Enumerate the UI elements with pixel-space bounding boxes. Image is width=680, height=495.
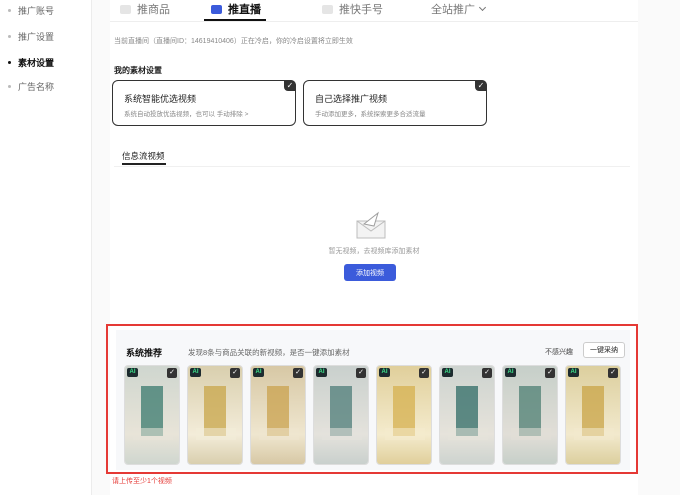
option-desc: 系统自动投放优选视频，也可以 手动排除 > <box>124 111 249 118</box>
sidebar-item-material[interactable]: 素材设置 <box>8 56 54 69</box>
check-icon: ✓ <box>284 80 296 91</box>
active-tab-indicator <box>204 19 266 21</box>
video-thumbnail[interactable]: AI ✓ <box>313 365 369 465</box>
check-icon[interactable]: ✓ <box>293 368 303 378</box>
check-icon[interactable]: ✓ <box>419 368 429 378</box>
chevron-down-icon <box>478 3 487 12</box>
feed-tab-indicator <box>122 163 166 165</box>
ai-badge-icon: AI <box>505 368 516 377</box>
sidebar-item-account[interactable]: 推广账号 <box>8 4 54 17</box>
sidebar-item-ad-name[interactable]: 广告名称 <box>8 80 54 93</box>
tab-products[interactable]: 推商品 <box>120 1 170 17</box>
divider <box>114 166 630 167</box>
tab-live[interactable]: 推直播 <box>211 1 261 17</box>
tab-bar: 推商品 推直播 推快手号 全站推广 <box>110 0 638 22</box>
ai-badge-icon: AI <box>316 368 327 377</box>
not-interested-link[interactable]: 不感兴趣 <box>545 347 573 357</box>
check-icon[interactable]: ✓ <box>167 368 177 378</box>
option-smart-select[interactable]: 系统智能优选视频 系统自动投放优选视频，也可以 手动排除 > ✓ <box>112 80 296 126</box>
ai-badge-icon: AI <box>127 368 138 377</box>
bullet-icon <box>8 85 11 88</box>
option-manual-select[interactable]: 自己选择推广视频 手动添加更多，系统探索更多合适流量 ✓ <box>303 80 487 126</box>
tab-kuaishou-account[interactable]: 推快手号 <box>322 1 383 17</box>
recommend-desc: 发现8条与商品关联的新视频，是否一键添加素材 <box>188 348 350 357</box>
ai-badge-icon: AI <box>568 368 579 377</box>
ai-badge-icon: AI <box>253 368 264 377</box>
ai-badge-icon: AI <box>442 368 453 377</box>
recommend-highlight: 系统推荐 发现8条与商品关联的新视频，是否一键添加素材 不感兴趣 一键采纳 AI… <box>106 324 638 474</box>
tab-site-wide[interactable]: 全站推广 <box>431 1 487 17</box>
video-thumbnail[interactable]: AI ✓ <box>565 365 621 465</box>
thumbnail-mosaic <box>322 428 362 440</box>
product-icon <box>120 4 131 14</box>
account-icon <box>322 4 333 14</box>
sidebar: 推广账号 推广设置 素材设置 广告名称 <box>0 0 92 495</box>
thumbnail-mosaic <box>133 428 173 440</box>
ai-badge-icon: AI <box>190 368 201 377</box>
video-thumbnail[interactable]: AI ✓ <box>439 365 495 465</box>
bullet-icon <box>8 35 11 38</box>
video-thumbnail[interactable]: AI ✓ <box>187 365 243 465</box>
option-desc: 手动添加更多，系统探索更多合适流量 <box>315 111 426 118</box>
content-card: 推商品 推直播 推快手号 全站推广 当前直播间（直播间ID：1461941040… <box>106 0 638 495</box>
empty-envelope-icon <box>356 211 386 239</box>
thumbnail-mosaic <box>574 428 614 440</box>
tab-feed-video[interactable]: 信息流视频 <box>122 150 165 162</box>
recommend-panel: 系统推荐 发现8条与商品关联的新视频，是否一键添加素材 不感兴趣 一键采纳 AI… <box>116 330 630 470</box>
thumbnail-list: AI ✓ AI ✓ AI ✓ AI ✓ AI ✓ AI ✓ AI ✓ AI ✓ <box>124 365 624 467</box>
thumbnail-mosaic <box>259 428 299 440</box>
check-icon[interactable]: ✓ <box>545 368 555 378</box>
section-title: 我的素材设置 <box>114 66 162 75</box>
bullet-icon <box>8 61 11 64</box>
recommend-title: 系统推荐 <box>126 348 163 358</box>
ai-badge-icon: AI <box>379 368 390 377</box>
video-thumbnail[interactable]: AI ✓ <box>124 365 180 465</box>
check-icon[interactable]: ✓ <box>230 368 240 378</box>
sidebar-item-settings[interactable]: 推广设置 <box>8 30 54 43</box>
upload-warning: 请上传至少1个视频 <box>112 478 172 485</box>
main-area: 推商品 推直播 推快手号 全站推广 当前直播间（直播间ID：1461941040… <box>92 0 680 495</box>
cold-start-notice: 当前直播间（直播间ID：14619410406）正在冷启，你的冷启设置将立即生效 <box>114 38 353 45</box>
empty-state-text: 暂无视频，去视频库添加素材 <box>328 248 420 255</box>
thumbnail-mosaic <box>448 428 488 440</box>
thumbnail-mosaic <box>196 428 236 440</box>
check-icon[interactable]: ✓ <box>356 368 366 378</box>
thumbnail-mosaic <box>511 428 551 440</box>
live-icon <box>211 4 222 14</box>
adopt-all-button[interactable]: 一键采纳 <box>583 342 625 358</box>
check-icon[interactable]: ✓ <box>482 368 492 378</box>
check-icon: ✓ <box>475 80 487 91</box>
add-video-button[interactable]: 添加视频 <box>344 264 396 281</box>
thumbnail-mosaic <box>385 428 425 440</box>
video-thumbnail[interactable]: AI ✓ <box>376 365 432 465</box>
video-thumbnail[interactable]: AI ✓ <box>502 365 558 465</box>
video-thumbnail[interactable]: AI ✓ <box>250 365 306 465</box>
bullet-icon <box>8 9 11 12</box>
check-icon[interactable]: ✓ <box>608 368 618 378</box>
